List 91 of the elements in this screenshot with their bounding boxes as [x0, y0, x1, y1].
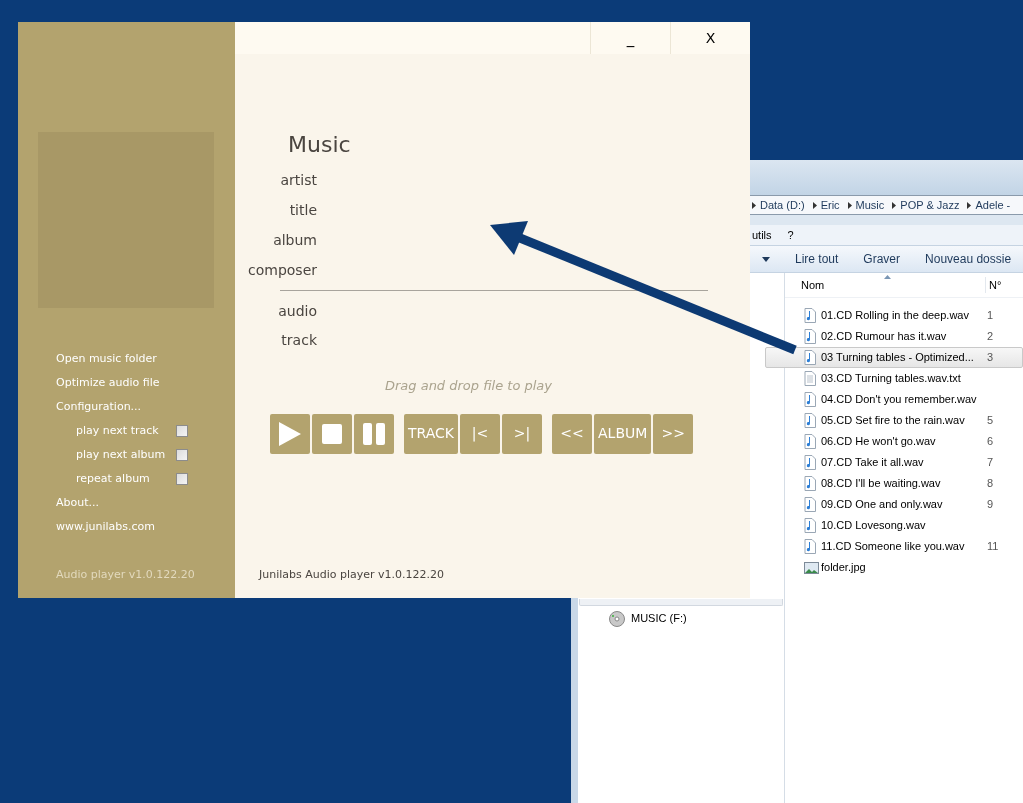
footer-text: Junilabs Audio player v1.0.122.20 — [259, 568, 445, 581]
file-name: folder.jpg — [821, 560, 867, 576]
nav-label: MUSIC (F:) — [631, 611, 687, 627]
audio-file-icon — [804, 539, 816, 554]
audio-file-icon — [804, 497, 816, 512]
version-label: Audio player v1.0.122.20 — [56, 568, 195, 581]
track-number: 8 — [987, 476, 994, 492]
audio-file-icon — [804, 413, 816, 428]
track-number: 11 — [987, 539, 999, 555]
pause-icon — [363, 422, 385, 445]
file-name: 10.CD Lovesong.wav — [821, 518, 927, 534]
file-row[interactable]: folder.jpg — [765, 557, 1023, 578]
menu-item[interactable]: ? — [787, 226, 794, 244]
file-row[interactable]: 07.CD Take it all.wav 7 — [765, 452, 1023, 473]
stop-icon — [322, 423, 342, 444]
toolbar-button[interactable]: Nouveau dossie — [925, 250, 1012, 268]
disc-icon — [609, 610, 625, 627]
track-number: 1 — [987, 308, 994, 324]
music-heading: Music — [288, 134, 352, 156]
file-name: 11.CD Someone like you.wav — [821, 539, 966, 555]
chevron-icon — [847, 201, 852, 209]
file-name: 03 Turning tables - Optimized... — [821, 350, 975, 366]
track-number: 5 — [987, 413, 994, 429]
chevron-icon — [892, 201, 897, 209]
sort-arrow-icon — [884, 275, 891, 279]
file-row[interactable]: 05.CD Set fire to the rain.wav 5 — [765, 410, 1023, 431]
play-button[interactable] — [270, 413, 310, 454]
file-name: 07.CD Take it all.wav — [821, 455, 925, 471]
column-header[interactable]: Nom — [801, 278, 825, 291]
file-row[interactable]: 01.CD Rolling in the deep.wav 1 — [765, 305, 1023, 326]
field-label: artist — [280, 171, 317, 190]
file-row[interactable]: 10.CD Lovesong.wav — [765, 515, 1023, 536]
audio-file-icon — [804, 329, 816, 344]
chevron-icon — [812, 201, 817, 209]
breadcrumb-item[interactable]: Adele - — [975, 196, 1011, 214]
audio-file-icon — [804, 350, 816, 365]
track-number: 2 — [987, 329, 994, 345]
column-header[interactable]: N° — [985, 276, 1002, 294]
breadcrumb-item[interactable]: Music — [855, 196, 885, 214]
breadcrumb-item[interactable]: Eric — [820, 196, 840, 214]
file-name: 06.CD He won't go.wav — [821, 434, 937, 450]
audio-file-icon — [804, 476, 816, 491]
audio-file-icon — [804, 434, 816, 449]
checkbox[interactable] — [176, 425, 188, 437]
file-name: 04.CD Don't you remember.wav — [821, 392, 978, 408]
audio-file-icon — [804, 518, 816, 533]
close-button[interactable]: X — [670, 22, 750, 54]
track-number: 6 — [987, 434, 994, 450]
audio-file-icon — [804, 392, 816, 407]
field-label: track — [281, 331, 317, 350]
chevron-icon — [752, 201, 756, 209]
nav-item[interactable]: MUSIC (F:) — [579, 609, 783, 628]
checkbox[interactable] — [176, 449, 188, 461]
audio-file-icon — [804, 455, 816, 470]
field-label: composer — [248, 261, 317, 280]
file-row[interactable]: 03 Turning tables - Optimized... 3 — [765, 347, 1023, 368]
field-label: title — [289, 201, 317, 220]
file-row[interactable]: 03.CD Turning tables.wav.txt — [765, 368, 1023, 389]
stop-button[interactable] — [312, 413, 352, 454]
file-row[interactable]: 08.CD I'll be waiting.wav 8 — [765, 473, 1023, 494]
minimize-button[interactable]: _ — [590, 22, 670, 54]
text-file-icon — [804, 371, 816, 386]
toolbar-button[interactable]: Graver — [863, 250, 901, 268]
file-name: 01.CD Rolling in the deep.wav — [821, 308, 970, 324]
breadcrumb-item[interactable]: POP & Jazz — [900, 196, 960, 214]
file-row[interactable]: 09.CD One and only.wav 9 — [765, 494, 1023, 515]
image-file-icon — [804, 561, 819, 574]
toolbar-button[interactable]: Lire tout — [795, 250, 839, 268]
file-name: 09.CD One and only.wav — [821, 497, 944, 513]
file-name: 03.CD Turning tables.wav.txt — [821, 371, 962, 387]
file-row[interactable]: 11.CD Someone like you.wav 11 — [765, 536, 1023, 557]
play-icon — [278, 420, 302, 447]
chevron-icon — [967, 201, 972, 209]
drop-hint: Drag and drop file to play — [384, 377, 553, 395]
field-label: album — [273, 231, 317, 250]
pause-button[interactable] — [354, 413, 394, 454]
breadcrumb-item[interactable]: Data (D:) — [760, 196, 805, 214]
file-name: 05.CD Set fire to the rain.wav — [821, 413, 966, 429]
file-name: 02.CD Rumour has it.wav — [821, 329, 948, 345]
track-number: 9 — [987, 497, 994, 513]
file-row[interactable]: 06.CD He won't go.wav 6 — [765, 431, 1023, 452]
file-row[interactable]: 04.CD Don't you remember.wav — [765, 389, 1023, 410]
menu-item[interactable]: utils — [752, 226, 772, 244]
track-number: 7 — [987, 455, 994, 471]
file-name: 08.CD I'll be waiting.wav — [821, 476, 942, 492]
audio-file-icon — [804, 308, 816, 323]
dropdown-arrow-icon[interactable] — [762, 256, 770, 262]
checkbox[interactable] — [176, 473, 188, 485]
field-label: audio — [278, 302, 317, 321]
file-row[interactable]: 02.CD Rumour has it.wav 2 — [765, 326, 1023, 347]
track-number: 3 — [987, 350, 994, 366]
